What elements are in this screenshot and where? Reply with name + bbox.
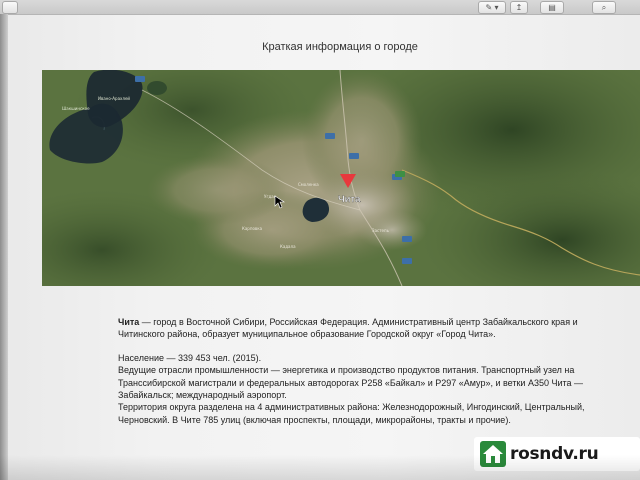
- share-button[interactable]: ↥: [510, 1, 528, 14]
- industry-text: Ведущие отрасли промышленности — энергет…: [118, 365, 584, 401]
- svg-text:Застепь: Застепь: [372, 228, 390, 233]
- city-description: Чита — город в Восточной Сибири, Российс…: [118, 316, 618, 426]
- window-edge: [0, 14, 8, 480]
- annotate-button[interactable]: ✎ ▾: [478, 1, 506, 14]
- presentation-screen: ✎ ▾ ↥ ▤ ⌕ Краткая информация о городе Ша…: [0, 0, 640, 480]
- highlight-icon: ▤: [548, 3, 556, 12]
- satellite-map: Шакшинское Ивано-Арахлей Смоленка Угдан …: [42, 70, 640, 286]
- share-icon: ↥: [515, 3, 523, 12]
- search-icon: ⌕: [601, 3, 607, 12]
- svg-text:Кадала: Кадала: [280, 244, 296, 249]
- districts-text: Территория округа разделена на 4 админис…: [118, 402, 585, 425]
- search-button[interactable]: ⌕: [592, 1, 616, 14]
- bottom-shade: [0, 455, 640, 480]
- intro-paragraph: Чита — город в Восточной Сибири, Российс…: [118, 316, 618, 341]
- slide-title: Краткая информация о городе: [262, 41, 418, 53]
- svg-text:Ивано-Арахлей: Ивано-Арахлей: [98, 96, 130, 101]
- svg-text:Карповка: Карповка: [242, 226, 263, 231]
- city-name: Чита: [118, 317, 140, 327]
- app-toolbar: ✎ ▾ ↥ ▤ ⌕: [0, 0, 640, 15]
- sidebar-toggle-button[interactable]: [2, 1, 18, 14]
- map-city-label: Чита: [338, 194, 361, 205]
- svg-text:Смоленка: Смоленка: [298, 182, 319, 187]
- pen-icon: ✎ ▾: [485, 3, 499, 12]
- population-text: Население — 339 453 чел. (2015).: [118, 352, 262, 363]
- svg-text:Шакшинское: Шакшинское: [62, 106, 90, 111]
- intro-text: — город в Восточной Сибири, Российская Ф…: [118, 317, 578, 340]
- highlight-button[interactable]: ▤: [540, 1, 564, 14]
